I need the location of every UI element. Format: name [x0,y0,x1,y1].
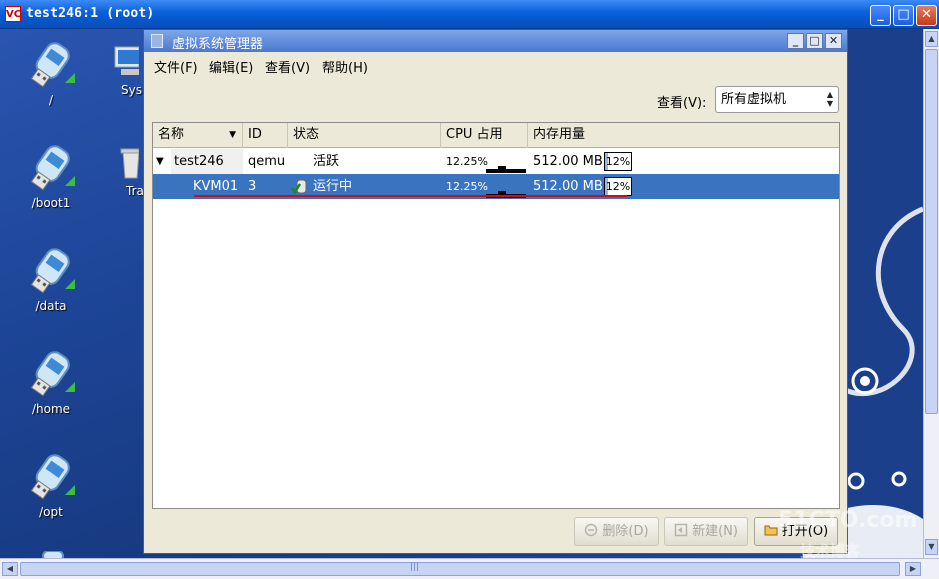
horizontal-scroll-thumb[interactable] [20,562,900,576]
column-header-label: 状态 [293,127,320,142]
desktop-icon-label: /opt [39,505,63,519]
desktop-icon-label: Sys [121,83,142,97]
vertical-scroll-thumb[interactable] [925,49,938,414]
desktop-icon-label: /boot1 [31,196,71,210]
menu-edit[interactable]: 编辑(E) [209,57,253,76]
column-header-cpu[interactable]: CPU 占用 [441,123,528,148]
desktop-icon-trash[interactable]: Tra [104,146,144,198]
vnc-vertical-scrollbar[interactable]: ▲ ▼ [923,29,939,558]
vnc-window-title: test246:1 (root) [26,6,155,21]
desktop-icon-partial[interactable] [6,551,96,558]
desktop-icon-label: /home [31,402,71,416]
usb-drive-icon [30,145,75,191]
view-filter-value: 所有虚拟机 [721,92,787,107]
vm-list-header: 名称 ▼ ID 状态 CPU 占用 内存用量 [153,123,839,148]
usb-drive-icon [30,42,75,88]
column-header-memory[interactable]: 内存用量 [528,123,839,148]
new-vm-icon [674,523,688,537]
vnc-logo-icon: VC [5,6,21,22]
selection-underline [194,195,627,197]
vm-memory-meter: 12% [604,177,632,196]
watermark-subtitle: 技术博客 [800,542,861,560]
scroll-grip-icon: ||| [410,562,420,572]
spinner-arrows-icon: ▲ ▼ [826,90,833,108]
vnc-close-button[interactable]: ✕ [916,5,937,26]
sort-down-icon: ▼ [229,130,236,140]
scroll-up-arrow-icon[interactable]: ▲ [925,31,938,47]
memory-percent-label: 12% [605,180,631,193]
delete-button-label: 删除(D) [602,524,649,539]
trash-icon [120,148,139,179]
column-header-label: 名称 [158,127,185,142]
window-title: 虚拟系统管理器 [172,37,264,52]
minimize-button[interactable]: _ [787,33,804,49]
vnc-titlebar: VC test246:1 (root) _ □ ✕ [0,0,939,29]
desktop-icon-root[interactable]: / [6,37,96,107]
open-folder-icon [764,525,778,536]
view-filter-label: 查看(V): [657,96,707,111]
host-memory-usage: 512.00 MB [533,154,603,169]
host-name: test246 [171,149,243,174]
column-header-label: 内存用量 [533,127,586,142]
column-header-label: ID [248,127,262,142]
desktop-icon-label: /data [35,299,67,313]
delete-icon [585,523,598,537]
desktop-icon-data[interactable]: /data [6,243,96,313]
menubar: 文件(F) 编辑(E) 查看(V) 帮助(H) [144,52,847,76]
new-button[interactable]: 新建(N) [664,517,748,546]
view-filter-select[interactable]: 所有虚拟机 ▲ ▼ [715,86,839,113]
app-icon [151,34,163,48]
vm-list[interactable]: 名称 ▼ ID 状态 CPU 占用 内存用量 ▼ test246 qemu 活跃… [152,122,840,509]
memory-percent-label: 12% [605,155,631,168]
host-id: qemu [248,154,286,169]
window-titlebar[interactable]: 虚拟系统管理器 _ □ ✕ [144,30,847,52]
computer-icon [114,46,139,75]
vnc-minimize-button[interactable]: _ [870,5,891,26]
host-memory-meter: 12% [604,152,632,171]
virt-manager-window: 虚拟系统管理器 _ □ ✕ 文件(F) 编辑(E) 查看(V) 帮助(H) 查看… [143,29,848,554]
usb-drive-icon [30,248,75,294]
desktop-icon-home[interactable]: /home [6,346,96,416]
delete-button[interactable]: 删除(D) [574,517,659,546]
host-status: 活跃 [313,154,340,169]
desktop-icon-label: Tra [126,184,144,198]
desktop-icon-label: / [48,93,54,107]
column-header-status[interactable]: 状态 [288,123,441,148]
maximize-button[interactable]: □ [806,33,823,49]
vnc-maximize-button[interactable]: □ [893,5,914,26]
column-header-label: CPU 占用 [446,127,503,142]
close-button[interactable]: ✕ [825,33,842,49]
desktop-icon-system[interactable]: Sys [104,45,144,97]
usb-drive-icon [30,351,75,397]
menu-view[interactable]: 查看(V) [265,57,310,76]
menu-file[interactable]: 文件(F) [154,57,198,76]
desktop-icon-opt[interactable]: /opt [6,449,96,519]
host-cpu-usage: 12.25% [446,155,488,168]
watermark-logo: 51CTO.com [778,508,918,533]
new-button-label: 新建(N) [692,524,738,539]
running-status-icon [291,179,307,195]
usb-drive-icon [30,454,75,500]
desktop-icon-boot1[interactable]: /boot1 [6,140,96,210]
host-cpu-graph [486,166,526,173]
vnc-horizontal-scrollbar[interactable]: ◀ ||| ▶ [0,558,939,579]
scroll-down-arrow-icon[interactable]: ▼ [925,539,938,555]
scroll-left-arrow-icon[interactable]: ◀ [2,562,18,576]
column-header-id[interactable]: ID [243,123,288,148]
column-header-name[interactable]: 名称 ▼ [153,123,243,148]
table-row-host[interactable]: ▼ test246 qemu 活跃 12.25% 512.00 MB 12% [153,149,839,174]
expander-triangle-icon[interactable]: ▼ [156,149,164,174]
usb-drive-icon [42,551,64,558]
scroll-right-arrow-icon[interactable]: ▶ [905,562,921,576]
menu-help[interactable]: 帮助(H) [322,57,368,76]
